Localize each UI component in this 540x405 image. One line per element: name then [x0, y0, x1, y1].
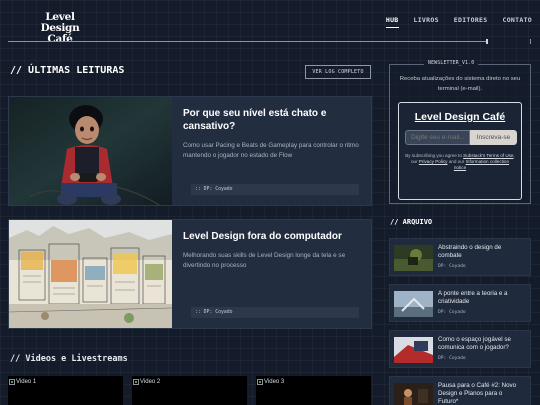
article-title[interactable]: Level Design fora do computador	[183, 230, 361, 243]
broken-image-icon	[9, 379, 15, 385]
latest-section-title: // ÚLTIMAS LEITURAS	[10, 65, 125, 76]
boy-playing-videogame-image[interactable]	[9, 97, 172, 205]
video-embed-1[interactable]: Video 1	[8, 376, 123, 405]
watercolor-city-sketch-image[interactable]	[9, 220, 172, 328]
broken-image-icon	[133, 379, 139, 385]
nav-item-hub[interactable]: HUB	[385, 16, 399, 28]
terms-and: and our	[447, 159, 466, 165]
terms-of-use-link[interactable]: Substack's Terms of Use	[463, 153, 513, 158]
email-input[interactable]	[405, 130, 470, 145]
archive-thumbnail	[394, 383, 433, 405]
main-nav: HUB LIVROS EDITORES CONTATO	[385, 16, 533, 28]
substack-widget: Level Design Café Inscreva-se By subscri…	[398, 102, 522, 200]
video-alt-text: Video 3	[264, 379, 285, 385]
nav-item-editores[interactable]: EDITORES	[454, 16, 488, 28]
archive-section-title: // ARQUIVO	[390, 218, 433, 226]
archive-thumbnail	[394, 337, 433, 363]
logo-line-1: Level Design	[40, 11, 80, 34]
archive-item-author: DP: Coyado	[438, 356, 466, 361]
newsletter-box: NEWSLETTER_V1.0 Receba atualizações do s…	[389, 61, 531, 204]
logo-line-2: Café	[47, 33, 73, 45]
archive-item-title: Pausa para o Café #2: Novo Design e Plan…	[438, 382, 517, 405]
broken-image-icon	[257, 379, 263, 385]
nav-item-contato[interactable]: CONTATO	[503, 16, 533, 28]
archive-item-1[interactable]: Abstraindo o design de combate DP: Coyad…	[389, 238, 531, 276]
article-title[interactable]: Por que seu nível está chato e cansativo…	[183, 107, 361, 133]
nav-item-livros[interactable]: LIVROS	[414, 16, 439, 28]
video-embed-2[interactable]: Video 2	[132, 376, 247, 405]
archive-item-2[interactable]: A ponte entre a teoria e a criatividade …	[389, 284, 531, 322]
subscribe-button[interactable]: Inscreva-se	[470, 130, 517, 145]
video-alt-text: Video 2	[140, 379, 161, 385]
header-scroll-knob[interactable]	[486, 39, 488, 44]
site-header: Level Design Café HUB LIVROS EDITORES CO…	[0, 0, 540, 46]
video-placeholder: Video 3	[257, 379, 284, 385]
subscribe-terms: By subscribing you agree to Substack's T…	[405, 153, 515, 172]
article-author-badge: :: DP: Coyado	[191, 184, 359, 195]
archive-thumbnail	[394, 291, 433, 317]
view-full-log-button[interactable]: VER LOG COMPLETO	[305, 65, 371, 79]
newsletter-label: NEWSLETTER_V1.0	[424, 61, 479, 66]
archive-item-4[interactable]: Pausa para o Café #2: Novo Design e Plan…	[389, 376, 531, 405]
privacy-policy-link[interactable]: Privacy Policy	[419, 159, 448, 164]
archive-item-author: DP: Coyado	[438, 264, 466, 269]
article-excerpt: Como usar Pacing e Beats de Gameplay par…	[183, 142, 359, 159]
header-track-end	[530, 39, 531, 44]
article-excerpt: Melhorando suas skills de Level Design l…	[183, 252, 346, 269]
article-card-1[interactable]: Por que seu nível está chato e cansativo…	[8, 96, 372, 206]
archive-thumbnail	[394, 245, 433, 271]
archive-item-title: A ponte entre a teoria e a criatividade	[438, 290, 508, 305]
video-alt-text: Video 1	[16, 379, 37, 385]
archive-item-title: Abstraindo o design de combate	[438, 244, 502, 259]
videos-section-title: // Videos e Livestreams	[10, 354, 128, 364]
newsletter-description: Receba atualizações do sistema direto no…	[399, 76, 521, 92]
subscribe-form: Inscreva-se	[405, 130, 517, 145]
video-placeholder: Video 2	[133, 379, 160, 385]
article-author-badge: :: DP: Coyado	[191, 307, 359, 318]
archive-item-title: Como o espaço jogável se comunica com o …	[438, 336, 511, 351]
article-body: Level Design fora do computador Melhoran…	[183, 230, 361, 270]
terms-prefix: By subscribing you agree to	[405, 153, 464, 158]
video-embed-3[interactable]: Video 3	[256, 376, 371, 405]
article-card-2[interactable]: Level Design fora do computador Melhoran…	[8, 219, 372, 329]
header-scroll-track[interactable]	[8, 41, 488, 42]
substack-title[interactable]: Level Design Café	[399, 111, 521, 123]
archive-item-3[interactable]: Como o espaço jogável se comunica com o …	[389, 330, 531, 368]
article-body: Por que seu nível está chato e cansativo…	[183, 107, 361, 160]
archive-item-author: DP: Coyado	[438, 310, 466, 315]
video-placeholder: Video 1	[9, 379, 36, 385]
